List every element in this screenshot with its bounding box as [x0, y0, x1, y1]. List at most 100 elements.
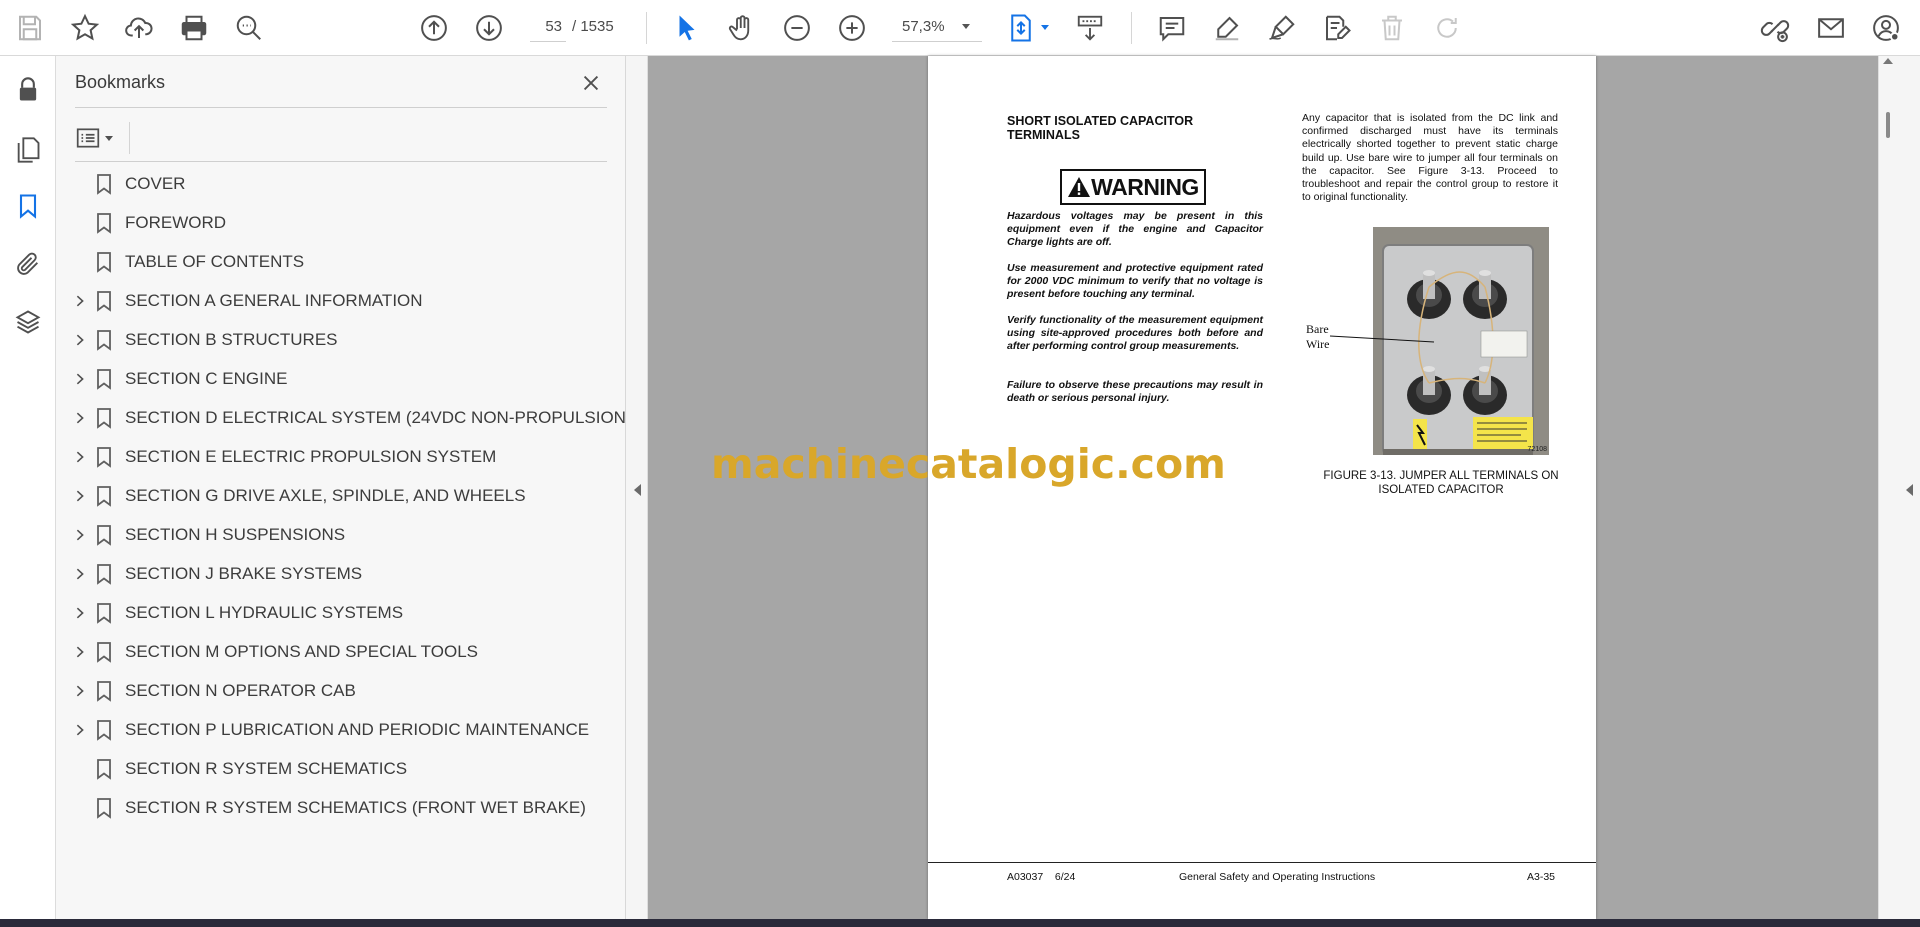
bookmark-label: FOREWORD	[125, 213, 227, 232]
bookmark-item[interactable]: SECTION D ELECTRICAL SYSTEM (24VDC NON-P…	[56, 398, 632, 437]
chevron-right-icon[interactable]	[72, 371, 88, 387]
chevron-right-icon[interactable]	[72, 410, 88, 426]
bookmark-icon	[94, 212, 114, 234]
bookmark-label: SECTION P LUBRICATION AND PERIODIC MAINT…	[125, 720, 590, 739]
warning-paragraph: Hazardous voltages may be present in thi…	[1007, 210, 1263, 248]
zoom-level-dropdown[interactable]: 57,3%	[892, 12, 982, 42]
photo-callout: Bare Wire	[1306, 322, 1330, 352]
highlighter-icon[interactable]	[1207, 8, 1247, 48]
chevron-right-icon[interactable]	[72, 566, 88, 582]
panel-divider	[75, 107, 607, 108]
fill-sign-icon[interactable]	[1317, 8, 1357, 48]
select-cursor-icon[interactable]	[667, 8, 707, 48]
scroll-up-arrow-icon[interactable]	[1883, 58, 1893, 64]
sign-pen-icon[interactable]	[1262, 8, 1302, 48]
bookmark-item[interactable]: SECTION H SUSPENSIONS	[56, 515, 626, 554]
layers-icon[interactable]	[8, 302, 48, 342]
bookmark-item[interactable]: SECTION J BRAKE SYSTEMS	[56, 554, 626, 593]
bookmark-label: SECTION L HYDRAULIC SYSTEMS	[125, 603, 404, 622]
account-icon[interactable]	[1866, 8, 1906, 48]
delete-icon[interactable]	[1372, 8, 1412, 48]
upload-cloud-icon[interactable]	[119, 8, 159, 48]
bookmark-item[interactable]: SECTION E ELECTRIC PROPULSION SYSTEM	[56, 437, 626, 476]
bookmark-icon	[94, 680, 114, 702]
panel-divider	[75, 161, 607, 162]
bookmark-item[interactable]: SECTION M OPTIONS AND SPECIAL TOOLS	[56, 632, 626, 671]
bookmark-label: SECTION E ELECTRIC PROPULSION SYSTEM	[125, 447, 497, 466]
bookmark-item[interactable]: SECTION B STRUCTURES	[56, 320, 626, 359]
bookmark-icon	[94, 251, 114, 273]
bookmark-label: SECTION J BRAKE SYSTEMS	[125, 564, 363, 583]
page-thumbnails-icon[interactable]	[8, 130, 48, 170]
figure-caption: FIGURE 3-13. JUMPER ALL TERMINALS ON ISO…	[1323, 470, 1559, 496]
bookmark-label: SECTION R SYSTEM SCHEMATICS	[125, 759, 408, 778]
bookmark-item[interactable]: SECTION A GENERAL INFORMATION	[56, 281, 626, 320]
chevron-right-icon[interactable]	[72, 332, 88, 348]
bookmark-icon	[94, 446, 114, 468]
page-number-input[interactable]	[530, 12, 566, 42]
bookmark-label: SECTION H SUSPENSIONS	[125, 525, 346, 544]
bookmark-item[interactable]: SECTION R SYSTEM SCHEMATICS (FRONT WET B…	[56, 788, 626, 827]
footer-page-number: A3-35	[1527, 871, 1556, 883]
print-icon[interactable]	[174, 8, 214, 48]
page-fit-icon[interactable]	[1001, 8, 1041, 48]
panel-divider	[129, 122, 130, 154]
close-icon[interactable]	[576, 68, 606, 98]
next-page-icon[interactable]	[469, 8, 509, 48]
attachments-icon[interactable]	[8, 244, 48, 284]
callout-text: Wire	[1306, 337, 1330, 351]
save-icon[interactable]	[10, 8, 50, 48]
bookmark-icon	[94, 485, 114, 507]
footer-doc-number: A03037 6/24	[1007, 871, 1076, 883]
chevron-right-icon[interactable]	[72, 293, 88, 309]
bookmark-label: SECTION D ELECTRICAL SYSTEM (24VDC NON-P…	[125, 408, 632, 427]
section-heading: SHORT ISOLATED CAPACITOR TERMINALS	[1007, 114, 1194, 142]
previous-page-icon[interactable]	[414, 8, 454, 48]
chevron-right-icon[interactable]	[72, 722, 88, 738]
bookmark-options-button[interactable]	[75, 120, 125, 156]
expand-right-panel-arrow-icon[interactable]	[1898, 470, 1920, 510]
vertical-scrollbar-thumb[interactable]	[1886, 112, 1890, 138]
bookmark-item[interactable]: TABLE OF CONTENTS	[56, 242, 626, 281]
toolbar-divider	[646, 12, 647, 44]
bookmark-item[interactable]: FOREWORD	[56, 203, 626, 242]
bookmark-item[interactable]: COVER	[56, 164, 626, 203]
scroll-mode-icon[interactable]	[1070, 8, 1110, 48]
hand-tool-icon[interactable]	[722, 8, 762, 48]
bookmark-item[interactable]: SECTION P LUBRICATION AND PERIODIC MAINT…	[56, 710, 626, 749]
email-icon[interactable]	[1811, 8, 1851, 48]
find-text-icon[interactable]	[229, 8, 269, 48]
zoom-out-icon[interactable]	[777, 8, 817, 48]
chevron-right-icon[interactable]	[72, 449, 88, 465]
bookmark-item[interactable]: SECTION G DRIVE AXLE, SPINDLE, AND WHEEL…	[56, 476, 626, 515]
share-link-icon[interactable]	[1755, 8, 1795, 48]
lock-icon[interactable]	[8, 70, 48, 110]
toolbar-divider	[1131, 12, 1132, 44]
chevron-down-icon[interactable]	[1041, 25, 1049, 30]
comment-icon[interactable]	[1152, 8, 1192, 48]
bookmark-item[interactable]: SECTION R SYSTEM SCHEMATICS	[56, 749, 626, 788]
bookmark-item[interactable]: SECTION C ENGINE	[56, 359, 626, 398]
bookmark-item[interactable]: SECTION N OPERATOR CAB	[56, 671, 626, 710]
bookmark-list: COVER FOREWORD TABLE OF CONTENTS SECTION A …	[56, 164, 632, 827]
bookmark-item[interactable]: SECTION L HYDRAULIC SYSTEMS	[56, 593, 626, 632]
bookmark-label: COVER	[125, 174, 186, 193]
collapse-panel-arrow-icon[interactable]	[626, 470, 648, 510]
navigation-rail	[0, 56, 56, 927]
bookmark-label: SECTION M OPTIONS AND SPECIAL TOOLS	[125, 642, 478, 661]
callout-leader-line	[1329, 335, 1435, 343]
bookmark-label: TABLE OF CONTENTS	[125, 252, 305, 271]
chevron-right-icon[interactable]	[72, 605, 88, 621]
chevron-right-icon[interactable]	[72, 683, 88, 699]
bookmarks-icon[interactable]	[8, 186, 48, 226]
list-options-icon	[76, 128, 100, 148]
bookmark-icon	[94, 719, 114, 741]
zoom-level-value: 57,3%	[902, 18, 945, 35]
chevron-right-icon[interactable]	[72, 527, 88, 543]
chevron-right-icon[interactable]	[72, 488, 88, 504]
chevron-right-icon[interactable]	[72, 644, 88, 660]
zoom-in-icon[interactable]	[832, 8, 872, 48]
bookmark-icon	[94, 602, 114, 624]
star-icon[interactable]	[65, 8, 105, 48]
rotate-redo-icon[interactable]	[1427, 8, 1467, 48]
